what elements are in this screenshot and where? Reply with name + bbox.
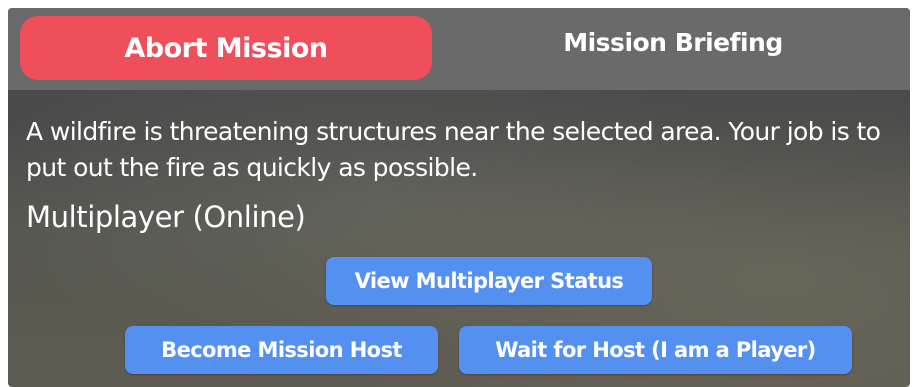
wait-for-host-button[interactable]: Wait for Host (I am a Player) — [459, 326, 852, 374]
become-mission-host-button[interactable]: Become Mission Host — [125, 326, 438, 374]
mission-description: A wildfire is threatening structures nea… — [26, 117, 881, 182]
view-multiplayer-status-button[interactable]: View Multiplayer Status — [326, 257, 652, 305]
mission-briefing-label: Mission Briefing — [563, 27, 783, 57]
mission-briefing-tab[interactable]: Mission Briefing — [478, 16, 868, 80]
abort-mission-tab[interactable]: Abort Mission — [20, 16, 432, 80]
mission-panel: Abort Mission Mission Briefing A wildfir… — [8, 8, 910, 387]
abort-mission-label: Abort Mission — [124, 32, 328, 64]
game-mode-heading: Multiplayer (Online) — [26, 200, 306, 234]
tab-bar: Abort Mission Mission Briefing — [8, 8, 910, 90]
